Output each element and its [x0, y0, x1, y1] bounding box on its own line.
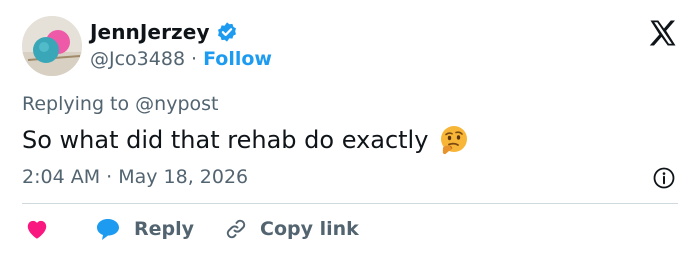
author-handle[interactable]: @Jco3488: [90, 48, 185, 70]
display-name[interactable]: JennJerzey: [90, 20, 210, 44]
tweet-card: JennJerzey @Jco3488 · Follow Replying to…: [0, 0, 700, 256]
reply-label: Reply: [134, 218, 195, 240]
copy-link-button[interactable]: Copy link: [224, 217, 359, 241]
replying-to-label[interactable]: Replying to @nypost: [22, 93, 218, 115]
author-handle-row: @Jco3488 · Follow: [90, 48, 272, 70]
like-button[interactable]: [22, 216, 50, 242]
action-bar: Reply Copy link: [22, 214, 359, 244]
divider: [22, 203, 678, 204]
reply-bubble-icon: [97, 219, 119, 240]
avatar[interactable]: [22, 16, 82, 76]
follow-button[interactable]: Follow: [203, 48, 272, 70]
reply-button[interactable]: Reply: [94, 216, 194, 242]
verified-badge-icon: [217, 22, 236, 42]
thinking-face-icon: [441, 126, 468, 155]
x-logo-icon[interactable]: [648, 18, 678, 48]
info-icon[interactable]: [652, 166, 676, 190]
author-name-row: JennJerzey: [90, 20, 238, 44]
copy-link-label: Copy link: [260, 218, 359, 240]
heart-icon: [27, 220, 47, 239]
link-icon: [226, 219, 246, 239]
avatar-image: [22, 16, 82, 76]
tweet-text: So what did that rehab do exactly: [22, 126, 429, 154]
tweet-timestamp[interactable]: 2:04 AM · May 18, 2026: [22, 166, 248, 188]
tweet-text-row: So what did that rehab do exactly: [22, 124, 470, 156]
separator-dot: ·: [191, 48, 198, 70]
